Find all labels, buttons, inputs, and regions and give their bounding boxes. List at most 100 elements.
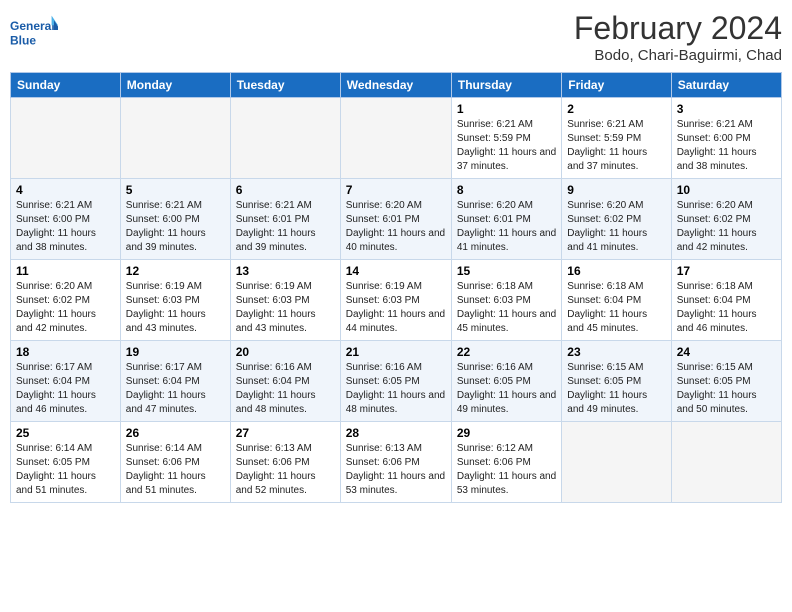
day-info: Sunrise: 6:16 AMSunset: 6:05 PMDaylight:… bbox=[457, 361, 556, 417]
day-info: Sunrise: 6:21 AMSunset: 6:00 PMDaylight:… bbox=[677, 118, 776, 174]
day-number: 18 bbox=[16, 345, 115, 359]
day-number: 20 bbox=[236, 345, 335, 359]
col-header-sunday: Sunday bbox=[11, 73, 121, 98]
day-number: 10 bbox=[677, 183, 776, 197]
day-number: 25 bbox=[16, 426, 115, 440]
calendar-cell: 15 Sunrise: 6:18 AMSunset: 6:03 PMDayligh… bbox=[451, 260, 561, 341]
calendar-cell: 10 Sunrise: 6:20 AMSunset: 6:02 PMDayligh… bbox=[671, 179, 781, 260]
day-number: 16 bbox=[567, 264, 665, 278]
calendar-cell: 24 Sunrise: 6:15 AMSunset: 6:05 PMDayligh… bbox=[671, 341, 781, 422]
title-area: February 2024 Bodo, Chari-Baguirmi, Chad bbox=[574, 10, 782, 64]
calendar-cell: 13 Sunrise: 6:19 AMSunset: 6:03 PMDayligh… bbox=[230, 260, 340, 341]
calendar-cell: 8 Sunrise: 6:20 AMSunset: 6:01 PMDaylight… bbox=[451, 179, 561, 260]
day-info: Sunrise: 6:21 AMSunset: 5:59 PMDaylight:… bbox=[567, 118, 665, 174]
day-number: 15 bbox=[457, 264, 556, 278]
calendar-cell: 22 Sunrise: 6:16 AMSunset: 6:05 PMDayligh… bbox=[451, 341, 561, 422]
day-info: Sunrise: 6:20 AMSunset: 6:02 PMDaylight:… bbox=[677, 199, 776, 255]
day-info: Sunrise: 6:19 AMSunset: 6:03 PMDaylight:… bbox=[236, 280, 335, 336]
calendar-cell bbox=[120, 98, 230, 179]
day-number: 9 bbox=[567, 183, 665, 197]
day-info: Sunrise: 6:16 AMSunset: 6:05 PMDaylight:… bbox=[346, 361, 446, 417]
calendar-cell: 20 Sunrise: 6:16 AMSunset: 6:04 PMDayligh… bbox=[230, 341, 340, 422]
day-info: Sunrise: 6:20 AMSunset: 6:01 PMDaylight:… bbox=[457, 199, 556, 255]
calendar-cell: 25 Sunrise: 6:14 AMSunset: 6:05 PMDayligh… bbox=[11, 422, 121, 503]
day-info: Sunrise: 6:15 AMSunset: 6:05 PMDaylight:… bbox=[677, 361, 776, 417]
day-number: 6 bbox=[236, 183, 335, 197]
col-header-monday: Monday bbox=[120, 73, 230, 98]
day-info: Sunrise: 6:14 AMSunset: 6:05 PMDaylight:… bbox=[16, 442, 115, 498]
day-info: Sunrise: 6:19 AMSunset: 6:03 PMDaylight:… bbox=[126, 280, 225, 336]
calendar-cell bbox=[11, 98, 121, 179]
day-number: 14 bbox=[346, 264, 446, 278]
logo-svg: General Blue bbox=[10, 10, 58, 58]
col-header-thursday: Thursday bbox=[451, 73, 561, 98]
calendar-cell: 5Sunrise: 6:21 AMSunset: 6:00 PMDaylight… bbox=[120, 179, 230, 260]
calendar-cell: 6 Sunrise: 6:21 AMSunset: 6:01 PMDaylight… bbox=[230, 179, 340, 260]
calendar-cell bbox=[230, 98, 340, 179]
col-header-tuesday: Tuesday bbox=[230, 73, 340, 98]
calendar-cell: 11 Sunrise: 6:20 AMSunset: 6:02 PMDayligh… bbox=[11, 260, 121, 341]
day-info: Sunrise: 6:19 AMSunset: 6:03 PMDaylight:… bbox=[346, 280, 446, 336]
calendar-cell: 4 Sunrise: 6:21 AMSunset: 6:00 PMDaylight… bbox=[11, 179, 121, 260]
day-number: 23 bbox=[567, 345, 665, 359]
calendar-cell bbox=[340, 98, 451, 179]
calendar-cell bbox=[562, 422, 671, 503]
day-number: 5 bbox=[126, 183, 225, 197]
day-number: 24 bbox=[677, 345, 776, 359]
calendar-cell: 18 Sunrise: 6:17 AMSunset: 6:04 PMDayligh… bbox=[11, 341, 121, 422]
calendar-cell: 26 Sunrise: 6:14 AMSunset: 6:06 PMDayligh… bbox=[120, 422, 230, 503]
calendar-cell: 16Sunrise: 6:18 AMSunset: 6:04 PMDayligh… bbox=[562, 260, 671, 341]
calendar-cell: 3 Sunrise: 6:21 AMSunset: 6:00 PMDaylight… bbox=[671, 98, 781, 179]
day-number: 27 bbox=[236, 426, 335, 440]
day-number: 21 bbox=[346, 345, 446, 359]
calendar-cell: 29 Sunrise: 6:12 AMSunset: 6:06 PMDayligh… bbox=[451, 422, 561, 503]
day-number: 3 bbox=[677, 102, 776, 116]
day-number: 4 bbox=[16, 183, 115, 197]
day-number: 28 bbox=[346, 426, 446, 440]
calendar-cell: 28 Sunrise: 6:13 AMSunset: 6:06 PMDayligh… bbox=[340, 422, 451, 503]
day-info: Sunrise: 6:12 AMSunset: 6:06 PMDaylight:… bbox=[457, 442, 556, 498]
calendar-cell: 23 Sunrise: 6:15 AMSunset: 6:05 PMDayligh… bbox=[562, 341, 671, 422]
day-number: 29 bbox=[457, 426, 556, 440]
day-info: Sunrise: 6:21 AMSunset: 6:01 PMDaylight:… bbox=[236, 199, 335, 255]
day-info: Sunrise: 6:17 AMSunset: 6:04 PMDaylight:… bbox=[126, 361, 225, 417]
col-header-friday: Friday bbox=[562, 73, 671, 98]
day-number: 26 bbox=[126, 426, 225, 440]
calendar-cell: 27 Sunrise: 6:13 AMSunset: 6:06 PMDayligh… bbox=[230, 422, 340, 503]
day-info: Sunrise: 6:14 AMSunset: 6:06 PMDaylight:… bbox=[126, 442, 225, 498]
day-number: 19 bbox=[126, 345, 225, 359]
day-info: Sunrise: 6:20 AMSunset: 6:02 PMDaylight:… bbox=[16, 280, 115, 336]
calendar-cell: 12 Sunrise: 6:19 AMSunset: 6:03 PMDayligh… bbox=[120, 260, 230, 341]
day-number: 2 bbox=[567, 102, 665, 116]
col-header-wednesday: Wednesday bbox=[340, 73, 451, 98]
day-number: 7 bbox=[346, 183, 446, 197]
day-info: Sunrise: 6:16 AMSunset: 6:04 PMDaylight:… bbox=[236, 361, 335, 417]
col-header-saturday: Saturday bbox=[671, 73, 781, 98]
day-info: Sunrise: 6:13 AMSunset: 6:06 PMDaylight:… bbox=[236, 442, 335, 498]
day-info: Sunrise: 6:21 AMSunset: 5:59 PMDaylight:… bbox=[457, 118, 556, 174]
day-number: 17 bbox=[677, 264, 776, 278]
day-info: Sunrise: 6:20 AMSunset: 6:01 PMDaylight:… bbox=[346, 199, 446, 255]
calendar-cell: 7 Sunrise: 6:20 AMSunset: 6:01 PMDaylight… bbox=[340, 179, 451, 260]
calendar-cell: 17Sunrise: 6:18 AMSunset: 6:04 PMDayligh… bbox=[671, 260, 781, 341]
month-year-title: February 2024 bbox=[574, 10, 782, 47]
day-info: Sunrise: 6:21 AMSunset: 6:00 PMDaylight:… bbox=[16, 199, 115, 255]
calendar-cell: 2 Sunrise: 6:21 AMSunset: 5:59 PMDaylight… bbox=[562, 98, 671, 179]
day-number: 8 bbox=[457, 183, 556, 197]
day-number: 11 bbox=[16, 264, 115, 278]
svg-text:Blue: Blue bbox=[10, 33, 36, 47]
location-subtitle: Bodo, Chari-Baguirmi, Chad bbox=[574, 47, 782, 64]
day-number: 13 bbox=[236, 264, 335, 278]
day-number: 12 bbox=[126, 264, 225, 278]
svg-text:General: General bbox=[10, 19, 55, 33]
day-info: Sunrise: 6:15 AMSunset: 6:05 PMDaylight:… bbox=[567, 361, 665, 417]
day-number: 22 bbox=[457, 345, 556, 359]
day-info: Sunrise: 6:13 AMSunset: 6:06 PMDaylight:… bbox=[346, 442, 446, 498]
page-header: General Blue February 2024 Bodo, Chari-B… bbox=[10, 10, 782, 64]
calendar-table: SundayMondayTuesdayWednesdayThursdayFrid… bbox=[10, 72, 782, 503]
calendar-cell: 1Sunrise: 6:21 AMSunset: 5:59 PMDaylight… bbox=[451, 98, 561, 179]
day-info: Sunrise: 6:17 AMSunset: 6:04 PMDaylight:… bbox=[16, 361, 115, 417]
calendar-cell: 19 Sunrise: 6:17 AMSunset: 6:04 PMDayligh… bbox=[120, 341, 230, 422]
calendar-cell: 21 Sunrise: 6:16 AMSunset: 6:05 PMDayligh… bbox=[340, 341, 451, 422]
day-info: Sunrise: 6:18 AMSunset: 6:03 PMDaylight:… bbox=[457, 280, 556, 336]
